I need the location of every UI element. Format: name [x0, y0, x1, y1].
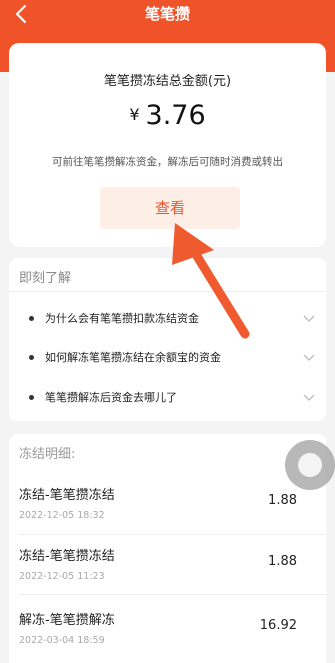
- faq-item-text: 如何解冻笔笔攒冻结在余额宝的资金: [45, 351, 221, 364]
- summary-card: 笔笔攒冻结总金额(元) ¥3.76 可前往笔笔攒解冻资金，解冻后可随时消费或转出…: [9, 43, 326, 247]
- detail-row[interactable]: 冻结-笔笔攒冻结 2022-12-05 11:23 1.88: [9, 545, 326, 605]
- record-date: 2022-12-05 11:23: [19, 571, 105, 582]
- divider: [9, 291, 326, 292]
- chevron-down-icon: [303, 394, 315, 401]
- record-amount: 1.88: [268, 493, 297, 508]
- faq-heading: 即刻了解: [19, 271, 72, 286]
- divider: [19, 594, 326, 595]
- currency-symbol: ¥: [129, 105, 140, 124]
- frozen-total-label: 笔笔攒冻结总金额(元): [103, 74, 232, 89]
- record-amount: 16.92: [259, 618, 297, 633]
- unfreeze-hint: 可前往笔笔攒解冻资金，解冻后可随时消费或转出: [52, 156, 283, 168]
- frozen-amount: ¥3.76: [9, 100, 326, 131]
- faq-item-text: 为什么会有笔笔攒扣款冻结资金: [45, 312, 199, 325]
- faq-item[interactable]: 笔笔攒解冻后资金去哪儿了: [9, 378, 326, 418]
- record-name: 冻结-笔笔攒冻结: [19, 488, 115, 503]
- page-title: 笔笔攒: [144, 5, 190, 23]
- record-name: 冻结-笔笔攒冻结: [19, 549, 115, 564]
- details-heading: 冻结明细:: [19, 447, 76, 462]
- assistive-touch-button[interactable]: [285, 440, 335, 490]
- faq-section: 即刻了解 为什么会有笔笔攒扣款冻结资金 如何解冻笔笔攒冻结在余额宝的资金 笔笔攒…: [9, 258, 326, 421]
- frozen-details-section: 冻结明细: 冻结-笔笔攒冻结 2022-12-05 18:32 1.88 冻结-…: [9, 434, 326, 663]
- detail-row[interactable]: 冻结-笔笔攒冻结 2022-12-05 18:32 1.88: [9, 484, 326, 544]
- detail-row[interactable]: 解冻-笔笔攒解冻 2022-03-04 18:59 16.92: [9, 609, 326, 663]
- divider: [19, 534, 326, 535]
- amount-value: 3.76: [145, 100, 206, 131]
- record-date: 2022-12-05 18:32: [19, 510, 105, 521]
- faq-item[interactable]: 为什么会有笔笔攒扣款冻结资金: [9, 299, 326, 339]
- record-amount: 1.88: [268, 554, 297, 569]
- bullet-icon: [29, 355, 34, 360]
- record-date: 2022-03-04 18:59: [19, 635, 105, 646]
- bullet-icon: [29, 316, 34, 321]
- chevron-down-icon: [303, 315, 315, 322]
- assistive-touch-icon: [298, 453, 322, 477]
- faq-item[interactable]: 如何解冻笔笔攒冻结在余额宝的资金: [9, 338, 326, 378]
- faq-item-text: 笔笔攒解冻后资金去哪儿了: [45, 391, 177, 404]
- bullet-icon: [29, 395, 34, 400]
- chevron-down-icon: [303, 354, 315, 361]
- view-button[interactable]: 查看: [100, 187, 240, 229]
- record-name: 解冻-笔笔攒解冻: [19, 613, 115, 628]
